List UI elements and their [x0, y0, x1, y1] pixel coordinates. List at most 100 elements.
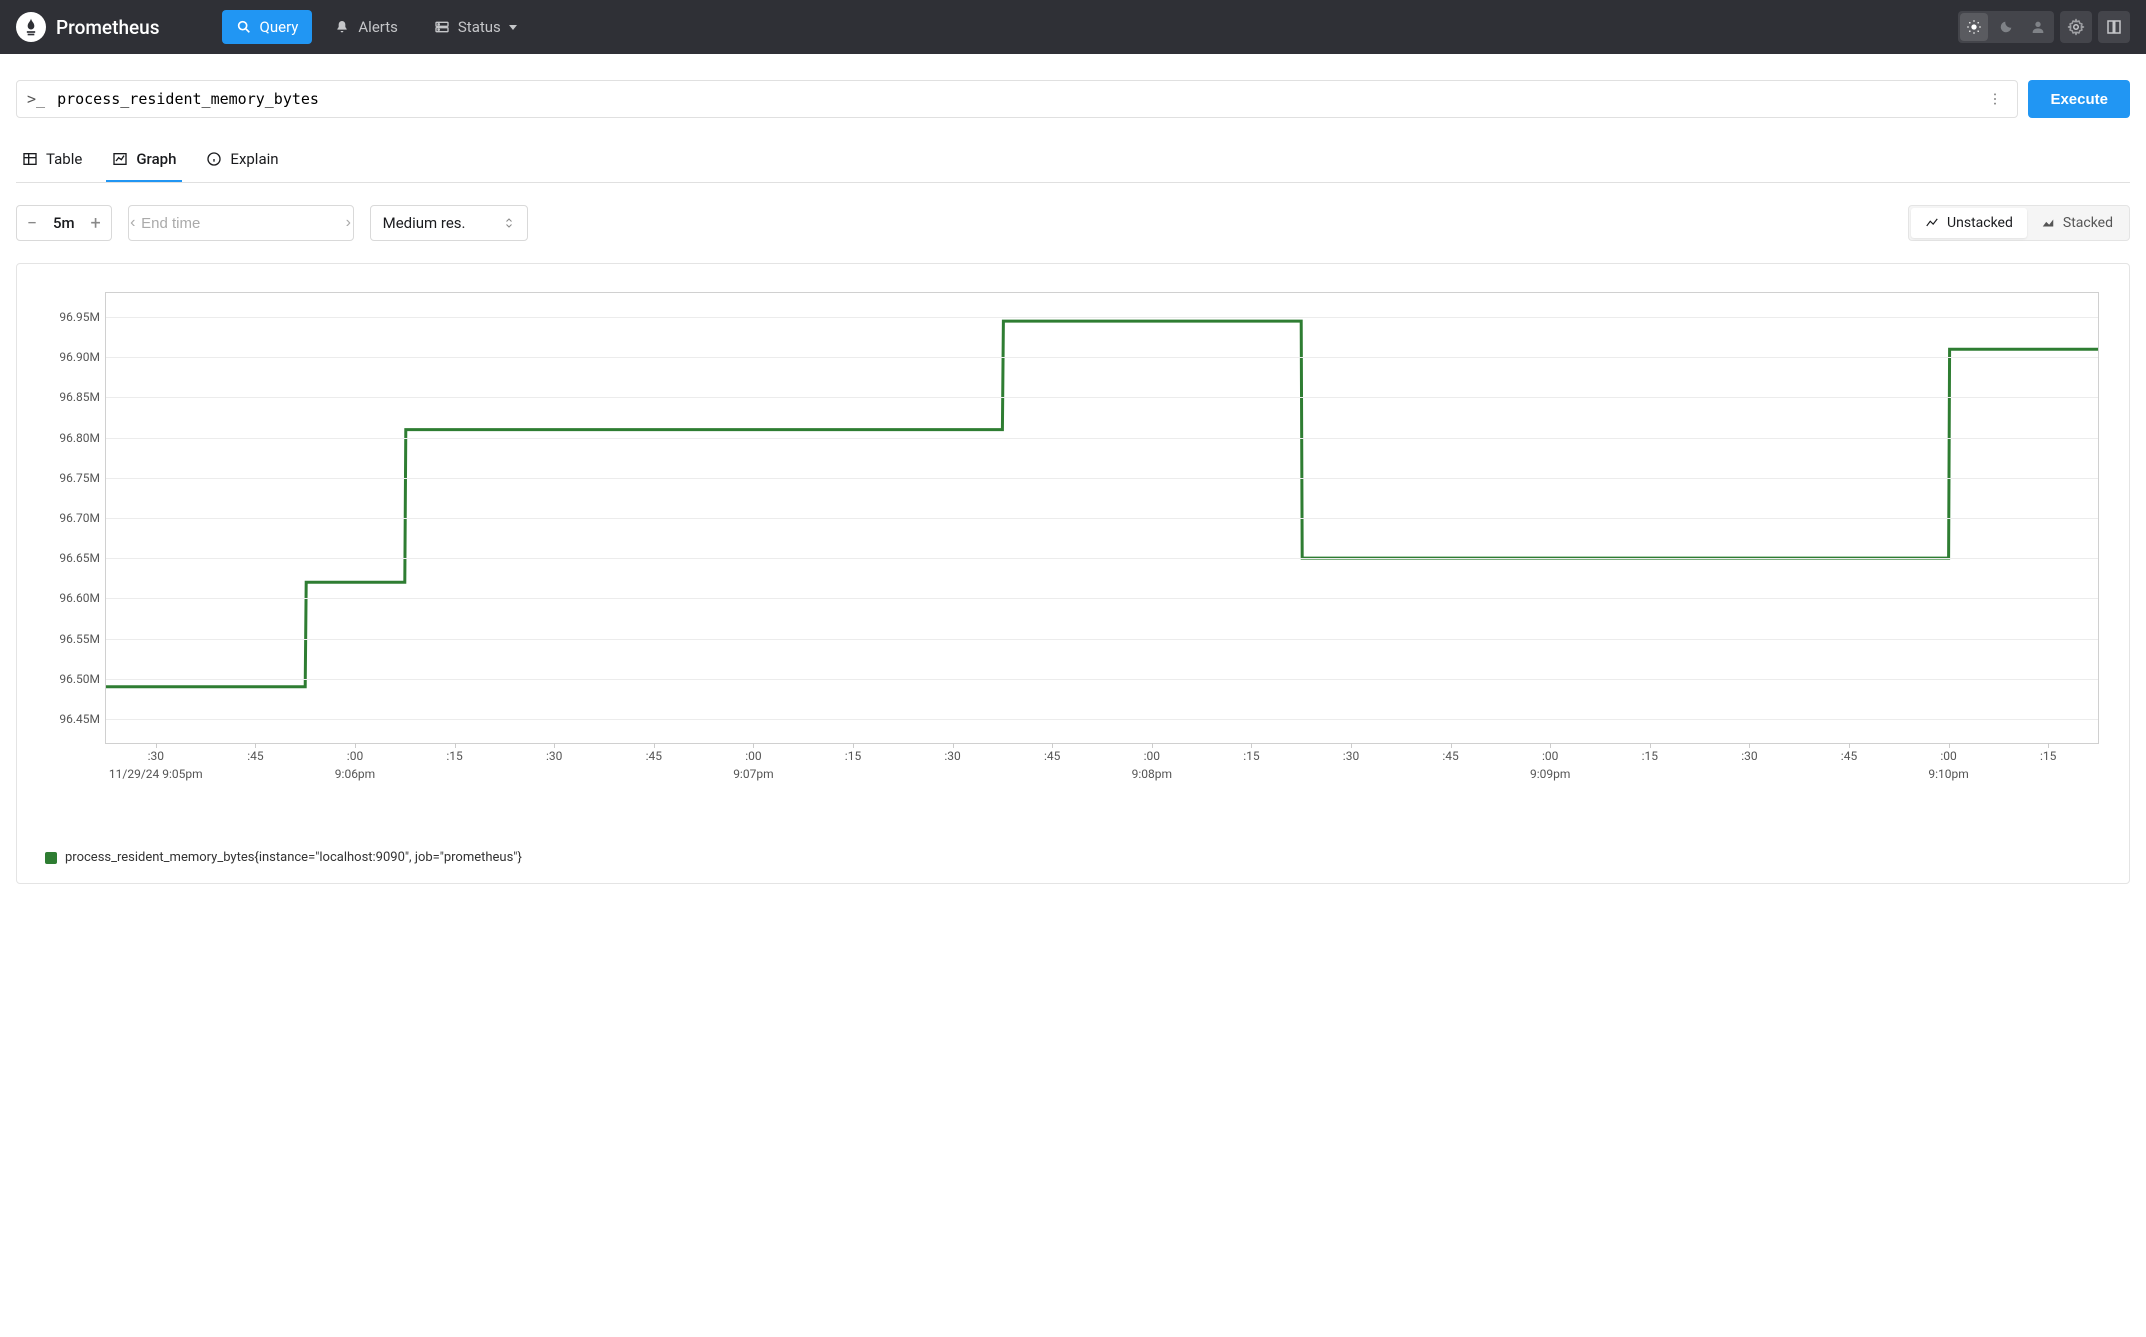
chart-plot: 96.45M96.50M96.55M96.60M96.65M96.70M96.7… [105, 292, 2099, 744]
x-axis-minor-label: :45 [1044, 749, 1060, 763]
x-axis-minor-label: :00 [745, 749, 761, 763]
x-axis-minor-label: :15 [2040, 749, 2056, 763]
x-axis-minor-label: :45 [646, 749, 662, 763]
docs-button[interactable] [2098, 11, 2130, 43]
y-axis-label: 96.75M [42, 471, 100, 485]
light-theme-icon[interactable] [1960, 13, 1988, 41]
stacked-icon [2041, 216, 2055, 230]
end-time-control: ‹ › [128, 205, 354, 241]
result-tabs: Table Graph Explain [16, 140, 2130, 183]
stacked-option[interactable]: Stacked [2027, 208, 2127, 238]
x-axis-minor-label: :30 [546, 749, 562, 763]
brand-wrap[interactable]: Prometheus [16, 12, 210, 42]
x-axis-major-label: 11/29/24 9:05pm [109, 767, 203, 781]
theme-toggle[interactable] [1958, 11, 2054, 43]
x-axis-minor-label: :15 [1642, 749, 1658, 763]
unstacked-icon [1925, 216, 1939, 230]
main-content: >_ Execute Table Graph Explain − 5m + [0, 54, 2146, 900]
x-axis-major-label: 9:06pm [335, 767, 375, 781]
y-axis-label: 96.60M [42, 591, 100, 605]
execute-button[interactable]: Execute [2028, 80, 2130, 118]
nav-alerts[interactable]: Alerts [320, 10, 412, 44]
x-axis-major-label: 9:07pm [733, 767, 773, 781]
auto-theme-icon[interactable] [2022, 11, 2054, 43]
x-axis-minor-label: :30 [1741, 749, 1757, 763]
bell-icon [334, 19, 350, 35]
tab-table-label: Table [46, 150, 82, 168]
nav-status[interactable]: Status [420, 10, 531, 44]
x-axis-minor-label: :00 [1542, 749, 1558, 763]
info-icon [206, 151, 222, 167]
range-increase-button[interactable]: + [81, 206, 111, 240]
y-axis-label: 96.80M [42, 431, 100, 445]
query-box[interactable]: >_ [16, 80, 2018, 118]
x-axis-minor-label: :30 [1343, 749, 1359, 763]
y-axis-label: 96.85M [42, 390, 100, 404]
stack-mode-toggle: Unstacked Stacked [1908, 205, 2130, 241]
stacked-label: Stacked [2063, 215, 2113, 231]
end-time-prev-button[interactable]: ‹ [129, 206, 138, 240]
chart-area[interactable]: 96.45M 96.50M 96.55M 96.60M 96.65M 96.70M 96.7… [45, 292, 2101, 792]
query-options-button[interactable] [1983, 87, 2007, 111]
graph-controls: − 5m + ‹ › Medium res. Unstacked Stacked [16, 205, 2130, 241]
x-axis-major-label: 9:10pm [1928, 767, 1968, 781]
query-input[interactable] [57, 90, 1983, 108]
kebab-icon [1987, 91, 2003, 107]
end-time-input[interactable] [137, 215, 344, 232]
y-axis-label: 96.50M [42, 672, 100, 686]
x-axis-minor-label: :30 [148, 749, 164, 763]
x-axis-major-label: 9:08pm [1132, 767, 1172, 781]
tab-explain-label: Explain [230, 150, 278, 168]
graph-icon [112, 151, 128, 167]
search-icon [236, 19, 252, 35]
chevron-down-icon [509, 25, 517, 30]
nav-items: Query Alerts Status [222, 10, 531, 44]
y-axis-label: 96.55M [42, 632, 100, 646]
unstacked-option[interactable]: Unstacked [1911, 208, 2027, 238]
gear-icon [2067, 18, 2085, 36]
server-icon [434, 19, 450, 35]
x-axis-minor-label: :45 [1442, 749, 1458, 763]
book-icon [2105, 18, 2123, 36]
y-axis-label: 96.95M [42, 310, 100, 324]
time-range-control: − 5m + [16, 205, 112, 241]
prometheus-logo-icon [16, 12, 46, 42]
x-axis-minor-label: :15 [446, 749, 462, 763]
x-axis-minor-label: :00 [1940, 749, 1956, 763]
legend-label: process_resident_memory_bytes{instance="… [65, 850, 522, 865]
y-axis-label: 96.70M [42, 511, 100, 525]
tab-graph-label: Graph [136, 150, 176, 168]
prompt-icon: >_ [27, 90, 45, 108]
nav-status-label: Status [458, 18, 501, 36]
controls-left: − 5m + ‹ › Medium res. [16, 205, 528, 241]
brand-name: Prometheus [56, 16, 160, 39]
tab-explain[interactable]: Explain [200, 140, 284, 182]
navbar: Prometheus Query Alerts Status [0, 0, 2146, 54]
nav-query-label: Query [260, 18, 299, 36]
x-axis-minor-label: :15 [1243, 749, 1259, 763]
nav-right [1958, 11, 2130, 43]
range-value: 5m [47, 214, 81, 232]
x-axis-minor-label: :00 [347, 749, 363, 763]
x-axis-minor-label: :15 [845, 749, 861, 763]
end-time-next-button[interactable]: › [344, 206, 353, 240]
chart-legend[interactable]: process_resident_memory_bytes{instance="… [45, 850, 2101, 865]
resolution-value: Medium res. [383, 214, 466, 232]
table-icon [22, 151, 38, 167]
x-axis-minor-label: :30 [944, 749, 960, 763]
range-decrease-button[interactable]: − [17, 206, 47, 240]
x-axis-minor-label: :45 [1841, 749, 1857, 763]
legend-swatch [45, 852, 57, 864]
dark-theme-icon[interactable] [1990, 11, 2022, 43]
tab-table[interactable]: Table [16, 140, 88, 182]
x-axis-minor-label: :00 [1144, 749, 1160, 763]
tab-graph[interactable]: Graph [106, 140, 182, 182]
resolution-select[interactable]: Medium res. [370, 205, 528, 241]
settings-button[interactable] [2060, 11, 2092, 43]
y-axis-label: 96.45M [42, 712, 100, 726]
select-caret-icon [503, 217, 515, 229]
y-axis-label: 96.65M [42, 551, 100, 565]
nav-left: Prometheus Query Alerts Status [16, 10, 531, 44]
nav-query[interactable]: Query [222, 10, 313, 44]
nav-alerts-label: Alerts [358, 18, 398, 36]
